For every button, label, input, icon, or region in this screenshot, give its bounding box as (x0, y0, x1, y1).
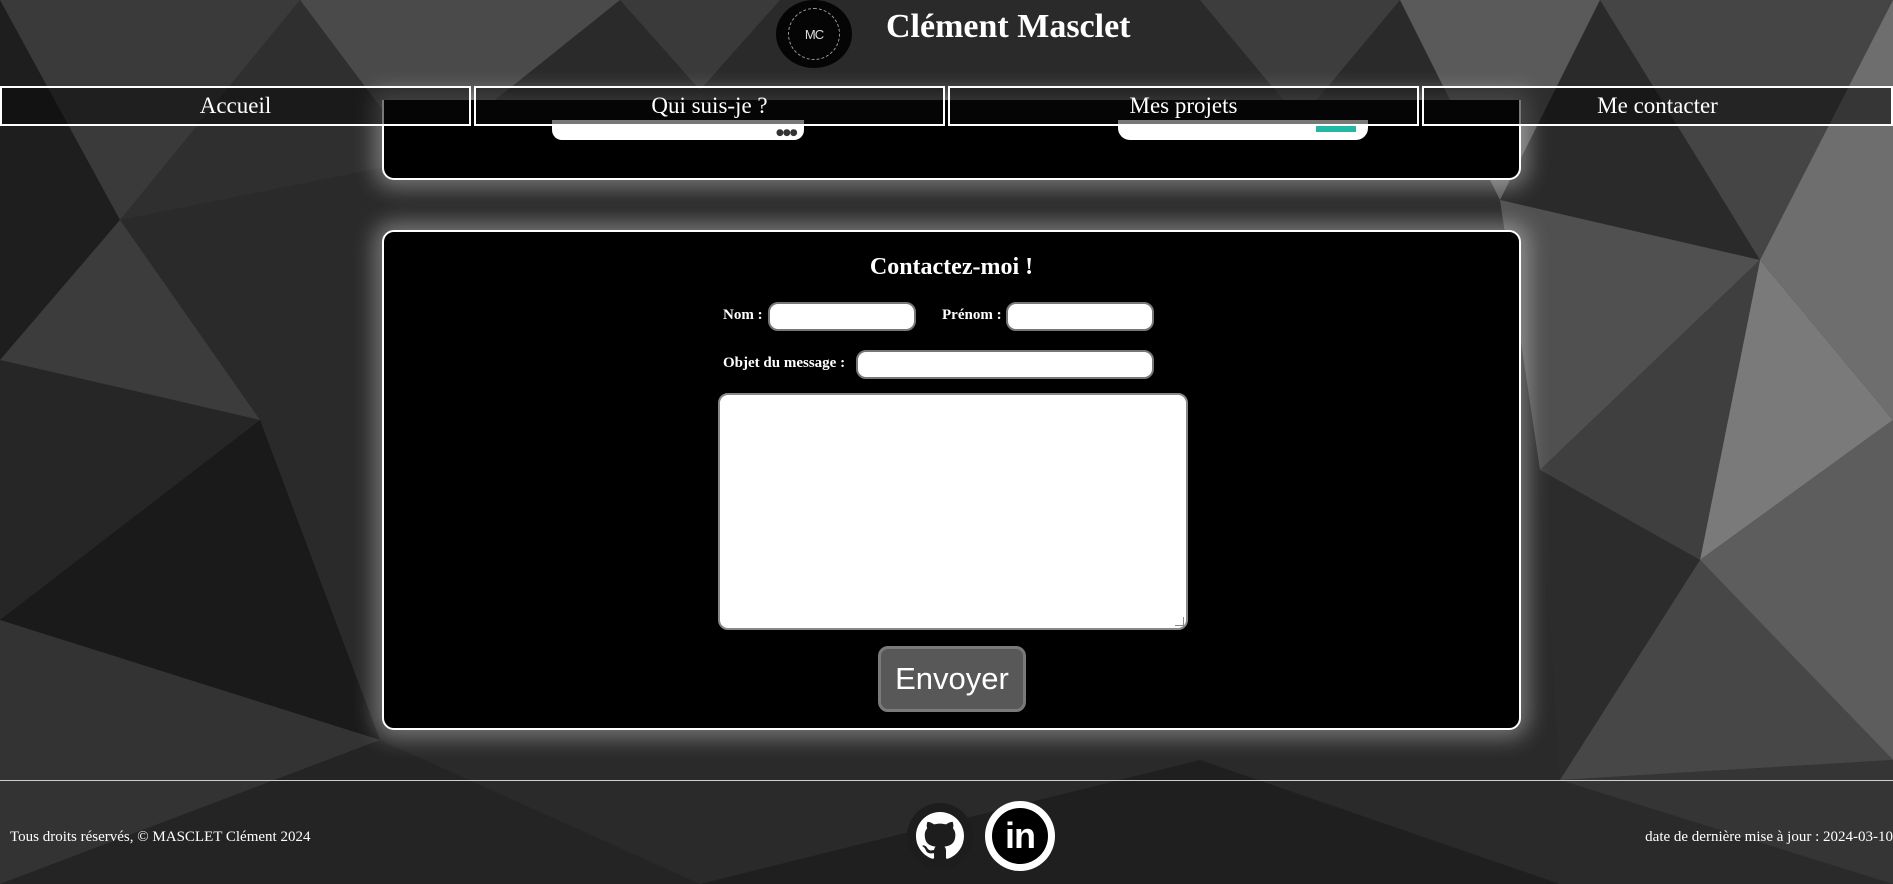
nom-field[interactable] (768, 302, 916, 331)
nav-item-mes-projets[interactable]: Mes projets (948, 86, 1419, 126)
linkedin-link[interactable]: in (985, 801, 1055, 871)
nom-label: Nom : (723, 307, 763, 323)
last-update-text: date de dernière mise à jour : 2024-03-1… (1645, 829, 1893, 845)
main-nav: Accueil Qui suis-je ? Mes projets Me con… (0, 86, 1893, 126)
linkedin-icon: in (992, 808, 1048, 864)
envoyer-button[interactable]: Envoyer (878, 646, 1026, 712)
site-title: Clément Masclet (886, 8, 1131, 45)
nav-item-qui-suis-je[interactable]: Qui suis-je ? (474, 86, 945, 126)
copyright-text: Tous droits réservés, © MASCLET Clément … (10, 829, 311, 845)
contact-card: Contactez-moi ! Nom : Prénom : Objet du … (382, 230, 1521, 730)
site-header: MC Clément Masclet (0, 0, 1893, 86)
message-textarea[interactable] (718, 393, 1188, 630)
nav-item-accueil[interactable]: Accueil (0, 86, 471, 126)
site-footer: Tous droits réservés, © MASCLET Clément … (0, 780, 1893, 884)
logo[interactable]: MC (776, 0, 852, 68)
thumbnail-accent-bar (1316, 126, 1356, 132)
github-icon (916, 812, 964, 859)
github-link[interactable] (907, 803, 973, 869)
logo-mark: MC (788, 8, 840, 60)
dots-icon: ●●● (776, 128, 798, 138)
contact-title: Contactez-moi ! (869, 254, 1034, 280)
prenom-label: Prénom : (942, 307, 1002, 323)
prenom-field[interactable] (1006, 302, 1154, 331)
nav-item-me-contacter[interactable]: Me contacter (1422, 86, 1893, 126)
resize-handle-icon[interactable] (1175, 617, 1184, 626)
objet-field[interactable] (856, 350, 1154, 379)
objet-label: Objet du message : (723, 355, 846, 371)
